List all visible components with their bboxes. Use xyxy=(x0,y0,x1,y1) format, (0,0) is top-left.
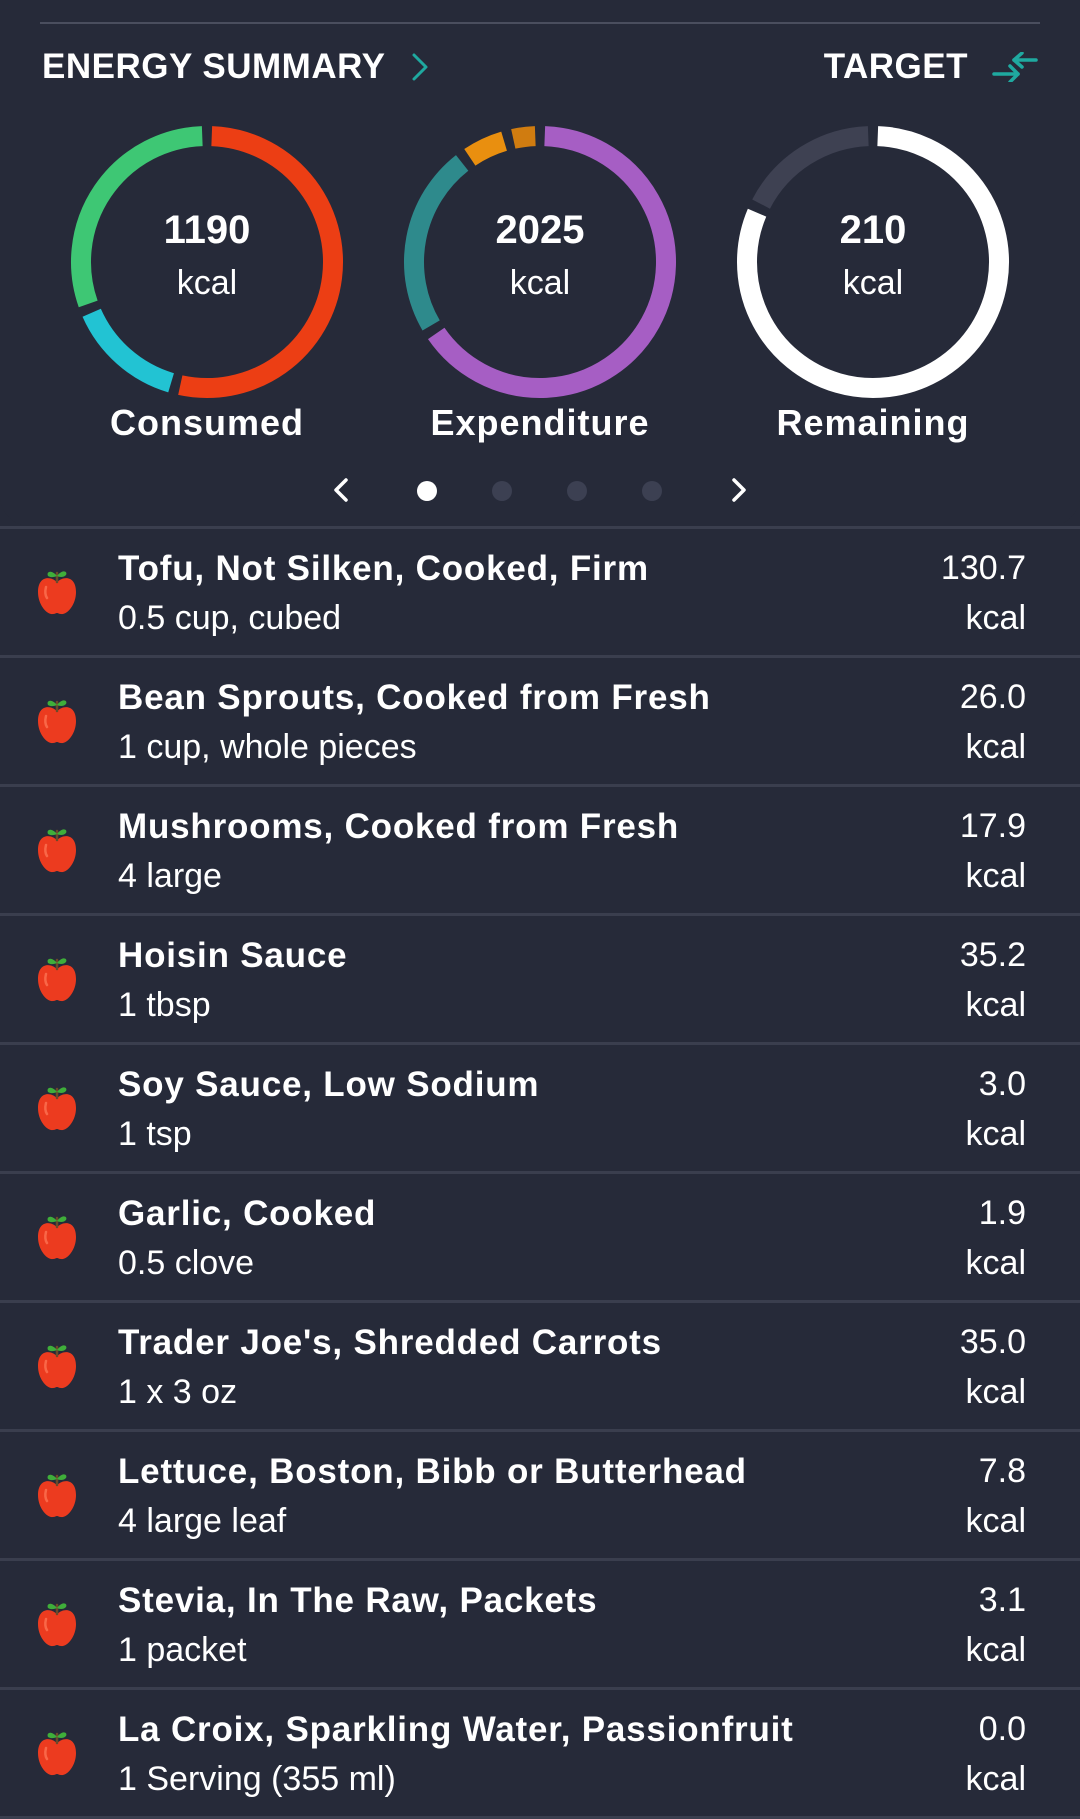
expenditure-ring-chart xyxy=(404,126,676,398)
apple-icon xyxy=(34,954,80,1004)
food-kcal-value: 3.0 xyxy=(978,1065,1026,1103)
energy-summary-header[interactable]: ENERGY SUMMARY xyxy=(42,44,429,90)
food-kcal-unit: kcal xyxy=(965,1502,1026,1540)
consumed-ring[interactable]: 1190 kcal Consumed xyxy=(57,112,357,443)
food-serving: 0.5 cup, cubed xyxy=(118,599,342,637)
food-row[interactable]: Bean Sprouts, Cooked from Fresh 1 cup, w… xyxy=(0,655,1080,784)
food-row[interactable]: Mushrooms, Cooked from Fresh 4 large 17.… xyxy=(0,784,1080,913)
food-list: Tofu, Not Silken, Cooked, Firm 0.5 cup, … xyxy=(0,526,1080,1819)
food-kcal-unit: kcal xyxy=(965,1373,1026,1411)
food-name: Hoisin Sauce xyxy=(118,936,348,975)
pager-dot-3[interactable] xyxy=(567,481,587,501)
food-row[interactable]: Hoisin Sauce 1 tbsp 35.2 kcal xyxy=(0,913,1080,1042)
energy-summary-title: ENERGY SUMMARY xyxy=(42,47,386,86)
food-serving: 0.5 clove xyxy=(118,1244,255,1282)
pager-dot-2[interactable] xyxy=(492,481,512,501)
food-kcal-unit: kcal xyxy=(965,1244,1026,1282)
food-row[interactable]: Trader Joe's, Shredded Carrots 1 x 3 oz … xyxy=(0,1300,1080,1429)
apple-icon xyxy=(34,696,80,746)
food-row[interactable]: La Croix, Sparkling Water, Passionfruit … xyxy=(0,1687,1080,1819)
chevron-left-icon[interactable] xyxy=(330,474,352,506)
pager-dot-4[interactable] xyxy=(642,481,662,501)
food-serving: 1 tsp xyxy=(118,1115,192,1153)
target-toggle[interactable]: TARGET xyxy=(824,44,1038,90)
food-serving: 1 x 3 oz xyxy=(118,1373,238,1411)
food-kcal-unit: kcal xyxy=(965,1115,1026,1153)
food-kcal-value: 35.2 xyxy=(959,936,1026,974)
food-row[interactable]: Soy Sauce, Low Sodium 1 tsp 3.0 kcal xyxy=(0,1042,1080,1171)
apple-icon xyxy=(34,1470,80,1520)
food-row[interactable]: Garlic, Cooked 0.5 clove 1.9 kcal xyxy=(0,1171,1080,1300)
energy-summary-card: ENERGY SUMMARY TARGET 1190 kcal Consumed… xyxy=(0,0,1080,526)
food-serving: 1 cup, whole pieces xyxy=(118,728,417,766)
food-name: Bean Sprouts, Cooked from Fresh xyxy=(118,678,711,717)
target-label: TARGET xyxy=(823,47,968,86)
ring-segment-dark-orange xyxy=(511,126,536,149)
food-name: Garlic, Cooked xyxy=(118,1194,377,1233)
food-kcal-unit: kcal xyxy=(965,986,1026,1024)
apple-icon xyxy=(34,1341,80,1391)
expenditure-value: 2025 xyxy=(495,208,585,252)
consumed-unit: kcal xyxy=(176,264,238,302)
food-serving: 1 packet xyxy=(118,1631,247,1669)
remaining-value: 210 xyxy=(839,208,907,252)
food-kcal-value: 3.1 xyxy=(978,1581,1026,1619)
consumed-label: Consumed xyxy=(109,402,304,443)
food-name: Stevia, In The Raw, Packets xyxy=(118,1581,598,1620)
food-serving: 1 tbsp xyxy=(118,986,211,1024)
chevron-right-icon xyxy=(411,52,429,82)
apple-icon xyxy=(34,1212,80,1262)
food-serving: 1 Serving (355 ml) xyxy=(118,1760,396,1798)
food-name: Mushrooms, Cooked from Fresh xyxy=(118,807,680,846)
food-kcal-value: 7.8 xyxy=(978,1452,1026,1490)
apple-icon xyxy=(34,1599,80,1649)
swap-arrows-icon xyxy=(992,52,1038,82)
apple-icon xyxy=(34,825,80,875)
apple-icon xyxy=(34,1728,80,1778)
apple-icon xyxy=(34,567,80,617)
expenditure-ring[interactable]: 2025 kcal Expenditure xyxy=(390,112,690,443)
food-row[interactable]: Lettuce, Boston, Bibb or Butterhead 4 la… xyxy=(0,1429,1080,1558)
food-kcal-value: 0.0 xyxy=(978,1710,1026,1748)
pager-dot-1[interactable] xyxy=(417,481,437,501)
remaining-unit: kcal xyxy=(842,264,904,302)
food-kcal-value: 17.9 xyxy=(959,807,1026,845)
food-row[interactable]: Tofu, Not Silken, Cooked, Firm 0.5 cup, … xyxy=(0,526,1080,655)
food-kcal-value: 26.0 xyxy=(959,678,1026,716)
food-row[interactable]: Stevia, In The Raw, Packets 1 packet 3.1… xyxy=(0,1558,1080,1687)
apple-icon xyxy=(34,1083,80,1133)
remaining-label: Remaining xyxy=(776,402,970,443)
food-name: Tofu, Not Silken, Cooked, Firm xyxy=(118,549,649,588)
expenditure-label: Expenditure xyxy=(430,402,650,443)
food-kcal-value: 35.0 xyxy=(959,1323,1026,1361)
food-serving: 4 large leaf xyxy=(118,1502,287,1540)
food-kcal-unit: kcal xyxy=(965,599,1026,637)
food-kcal-unit: kcal xyxy=(965,728,1026,766)
food-kcal-unit: kcal xyxy=(965,857,1026,895)
food-kcal-unit: kcal xyxy=(965,1631,1026,1669)
food-serving: 4 large xyxy=(118,857,222,895)
ring-segment-cyan xyxy=(82,308,175,393)
chevron-right-icon[interactable] xyxy=(728,474,750,506)
food-name: La Croix, Sparkling Water, Passionfruit xyxy=(118,1710,794,1749)
consumed-value: 1190 xyxy=(163,208,251,252)
energy-rings: 1190 kcal Consumed 2025 kcal Expenditure… xyxy=(0,112,1080,452)
ring-segment-red xyxy=(178,126,343,398)
expenditure-unit: kcal xyxy=(509,264,571,302)
food-kcal-unit: kcal xyxy=(965,1760,1026,1798)
food-name: Soy Sauce, Low Sodium xyxy=(118,1065,540,1104)
food-name: Trader Joe's, Shredded Carrots xyxy=(118,1323,662,1362)
food-kcal-value: 130.7 xyxy=(940,549,1026,587)
food-name: Lettuce, Boston, Bibb or Butterhead xyxy=(118,1452,747,1491)
consumed-ring-chart xyxy=(71,126,343,398)
ring-segment-gray xyxy=(752,126,869,209)
ring-segment-orange xyxy=(464,131,508,166)
remaining-ring[interactable]: 210 kcal Remaining xyxy=(723,112,1023,443)
divider xyxy=(40,22,1040,24)
remaining-ring-chart xyxy=(737,126,1009,398)
food-kcal-value: 1.9 xyxy=(978,1194,1026,1232)
summary-pager xyxy=(0,470,1080,510)
ring-segment-purple xyxy=(428,126,676,398)
